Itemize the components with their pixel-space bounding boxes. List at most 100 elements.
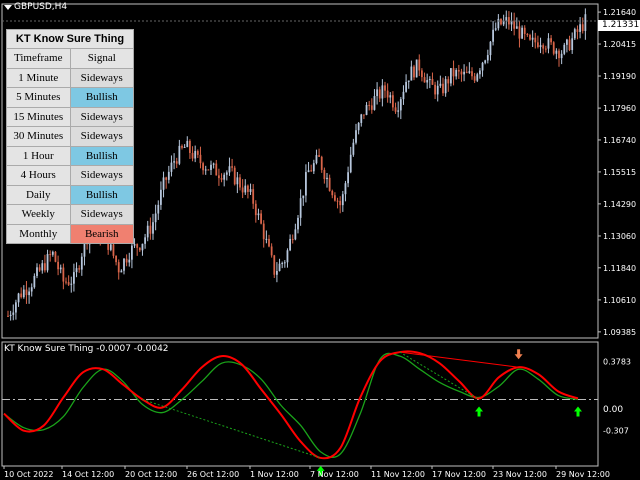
bear-candle: [231, 166, 233, 168]
bull-candle: [128, 259, 131, 263]
bear-candle: [378, 89, 381, 99]
bull-candle: [397, 110, 400, 112]
bull-candle: [210, 164, 212, 170]
symbol-timeframe-label: GBPUSD,H4: [14, 2, 68, 12]
price-tick-label: 1.13060: [603, 232, 636, 241]
bearish-divergence-line: [399, 351, 519, 368]
bull-candle: [73, 272, 75, 284]
bear-candle: [38, 267, 41, 271]
bear-candle: [394, 107, 397, 112]
bear-candle: [386, 90, 389, 98]
bear-candle: [220, 178, 223, 180]
kst-signal-panel: KT Know Sure Thing Timeframe Signal 1 Mi…: [6, 29, 134, 244]
bull-candle: [17, 293, 20, 303]
bear-candle: [339, 200, 342, 206]
bull-candle: [560, 53, 563, 59]
bear-candle: [363, 114, 365, 116]
bear-candle: [328, 177, 331, 191]
bear-candle: [568, 39, 571, 51]
bull-candle: [515, 26, 518, 29]
bull-candle: [276, 270, 278, 275]
bear-candle: [413, 66, 415, 78]
bear-candle: [54, 251, 57, 262]
bull-candle: [109, 244, 112, 250]
bull-candle: [307, 170, 310, 173]
bear-candle: [233, 167, 236, 185]
bear-candle: [7, 315, 9, 317]
bull-candle: [154, 213, 157, 223]
bear-candle: [149, 225, 152, 234]
bull-candle: [547, 38, 550, 49]
bear-candle: [460, 71, 463, 75]
timeframe-header: Timeframe: [7, 49, 71, 68]
bull-candle: [265, 238, 268, 240]
bear-candle: [452, 68, 455, 77]
kst-line: [3, 350, 579, 460]
timeframe-cell: 30 Minutes: [7, 127, 71, 146]
bear-candle: [25, 289, 28, 296]
bear-candle: [202, 163, 204, 171]
bull-candle: [212, 163, 215, 165]
bull-candle: [355, 130, 357, 143]
bear-candle: [262, 223, 265, 240]
current-price-tag: 1.21331: [598, 20, 640, 31]
bull-candle: [9, 314, 12, 316]
bull-candle: [341, 194, 344, 206]
bear-candle: [513, 20, 516, 29]
bear-candle: [558, 50, 560, 59]
bull-candle: [133, 244, 136, 246]
bull-candle: [376, 89, 378, 97]
timeframe-cell: Weekly: [7, 205, 71, 224]
bull-candle: [481, 62, 484, 71]
bull-candle: [389, 95, 392, 98]
bear-candle: [431, 78, 434, 85]
bear-candle: [191, 152, 194, 159]
bull-candle: [283, 262, 286, 264]
bear-candle: [62, 267, 65, 282]
bull-candle: [80, 256, 83, 270]
bear-candle: [334, 195, 336, 201]
timeframe-cell: 5 Minutes: [7, 88, 71, 107]
bear-candle: [368, 104, 371, 106]
bear-candle: [239, 177, 241, 188]
bull-candle: [244, 185, 247, 193]
bull-candle: [204, 169, 207, 171]
bear-candle: [65, 281, 67, 283]
indicator-subwindow-title: KT Know Sure Thing -0.0007 -0.0042: [4, 344, 169, 354]
timeframe-cell: Daily: [7, 185, 71, 204]
bull-candle: [223, 174, 226, 180]
time-tick-label: 11 Nov 12:00: [371, 470, 425, 479]
bear-candle: [465, 71, 468, 73]
bear-candle: [196, 151, 199, 155]
bear-candle: [552, 42, 555, 54]
bear-candle: [576, 29, 579, 32]
bull-candle: [167, 171, 170, 180]
bull-candle: [160, 189, 162, 205]
bull-candle: [439, 83, 442, 86]
bull-candle: [579, 24, 581, 32]
bull-candle: [505, 17, 508, 21]
bull-candle: [146, 225, 149, 238]
bull-candle: [415, 59, 418, 78]
bull-candle: [373, 96, 376, 110]
bull-candle: [463, 71, 465, 75]
bull-candle: [347, 172, 349, 184]
bear-candle: [526, 33, 529, 35]
bullish-divergence-line: [399, 351, 480, 400]
price-tick-label: 1.14290: [603, 200, 636, 209]
signal-cell: Sideways: [70, 68, 133, 87]
bear-candle: [421, 70, 423, 78]
bull-candle: [360, 114, 363, 123]
bear-candle: [318, 155, 320, 157]
symbol-dropdown-icon[interactable]: [4, 5, 12, 10]
bear-candle: [534, 37, 537, 43]
bull-candle: [566, 39, 568, 45]
bull-candle: [228, 166, 231, 173]
bull-candle: [450, 68, 452, 84]
bear-candle: [544, 48, 547, 50]
time-tick-label: 20 Oct 12:00: [125, 470, 177, 479]
bull-candle: [120, 270, 123, 273]
bull-candle: [294, 229, 297, 240]
bear-candle: [20, 293, 23, 298]
bull-candle: [381, 85, 384, 99]
